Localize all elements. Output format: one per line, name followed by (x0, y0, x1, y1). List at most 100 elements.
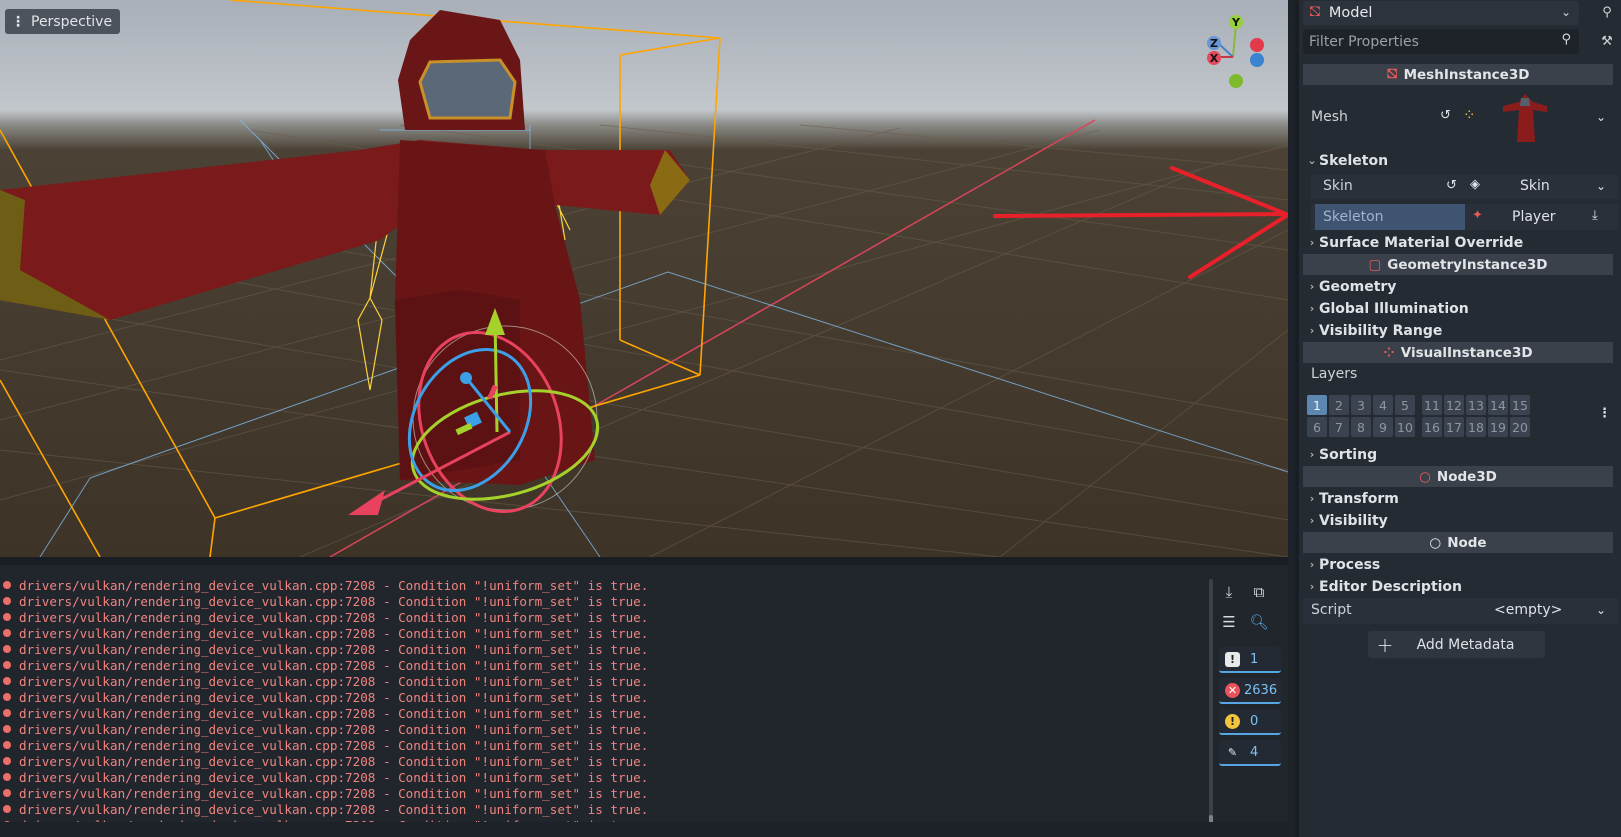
gizmo-y-axis[interactable]: Y (1229, 15, 1243, 29)
revert-skin-button[interactable]: ↺ (1446, 178, 1457, 193)
layer-toggle-15[interactable]: 15 (1510, 395, 1530, 415)
script-value[interactable]: <empty> (1494, 602, 1562, 618)
mesh-preview-thumbnail[interactable] (1503, 92, 1547, 144)
bottom-bar (0, 822, 1288, 837)
section-sorting[interactable]: › Sorting (1305, 444, 1615, 465)
revert-mesh-button[interactable]: ↺ (1440, 108, 1451, 123)
view-orientation-gizmo[interactable]: Y Z X (1203, 12, 1264, 88)
copy-icon: ⧉ (1253, 583, 1265, 601)
layer-toggle-13[interactable]: 13 (1466, 395, 1486, 415)
log-line[interactable]: drivers/vulkan/rendering_device_vulkan.c… (0, 625, 1210, 641)
layer-toggle-5[interactable]: 5 (1395, 395, 1415, 415)
gizmo-x-axis[interactable]: X (1207, 51, 1221, 65)
layer-toggle-16[interactable]: 16 (1422, 417, 1442, 437)
layer-toggle-9[interactable]: 9 (1373, 417, 1393, 437)
collapsed-arrow-icon: › (1309, 448, 1315, 461)
log-text: drivers/vulkan/rendering_device_vulkan.c… (19, 689, 649, 705)
category-visualinstance3d: ⁘ VisualInstance3D (1303, 342, 1613, 363)
script-dropdown-icon[interactable]: ⌄ (1596, 603, 1606, 617)
layer-toggle-7[interactable]: 7 (1329, 417, 1349, 437)
layer-toggle-10[interactable]: 10 (1395, 417, 1415, 437)
layer-toggle-12[interactable]: 12 (1444, 395, 1464, 415)
section-geometry[interactable]: › Geometry (1305, 276, 1615, 297)
log-text: drivers/vulkan/rendering_device_vulkan.c… (19, 705, 649, 721)
skin-value[interactable]: Skin (1520, 178, 1550, 194)
filter-errors-button[interactable]: ✕ 2636 (1219, 678, 1281, 704)
gizmo-neg-y[interactable] (1229, 74, 1243, 88)
property-tools-button[interactable]: ⚒ (1597, 31, 1617, 51)
log-line[interactable]: drivers/vulkan/rendering_device_vulkan.c… (0, 769, 1210, 785)
gizmo-z-axis[interactable]: Z (1207, 36, 1221, 50)
editor-message-icon: ✎ (1227, 745, 1238, 759)
warnings-count: 0 (1250, 713, 1259, 729)
perspective-menu-button[interactable]: ⋮ Perspective (5, 9, 121, 34)
search-output-button[interactable]: 🔍︎ (1246, 609, 1272, 635)
log-line[interactable]: drivers/vulkan/rendering_device_vulkan.c… (0, 801, 1210, 817)
log-line[interactable]: drivers/vulkan/rendering_device_vulkan.c… (0, 593, 1210, 609)
log-line[interactable]: drivers/vulkan/rendering_device_vulkan.c… (0, 657, 1210, 673)
layer-toggle-4[interactable]: 4 (1373, 395, 1393, 415)
section-process[interactable]: › Process (1305, 554, 1615, 575)
add-metadata-button[interactable]: + Add Metadata (1368, 631, 1545, 658)
gizmo-neg-z[interactable] (1250, 53, 1264, 67)
log-line[interactable]: drivers/vulkan/rendering_device_vulkan.c… (0, 721, 1210, 737)
3d-viewport[interactable]: ⋮ Perspective Y Z X (0, 0, 1288, 557)
collapsed-arrow-icon: › (1309, 280, 1315, 293)
section-surface-material-override[interactable]: › Surface Material Override (1305, 232, 1615, 253)
log-text: drivers/vulkan/rendering_device_vulkan.c… (19, 625, 649, 641)
log-text: drivers/vulkan/rendering_device_vulkan.c… (19, 577, 649, 593)
layer-toggle-20[interactable]: 20 (1510, 417, 1530, 437)
copy-output-button[interactable]: ⧉ (1246, 579, 1272, 605)
log-line[interactable]: drivers/vulkan/rendering_device_vulkan.c… (0, 641, 1210, 657)
layer-toggle-19[interactable]: 19 (1488, 417, 1508, 437)
collapsed-arrow-icon: › (1309, 302, 1315, 315)
mesh-dropdown-icon[interactable]: ⌄ (1596, 110, 1606, 124)
section-global-illumination[interactable]: › Global Illumination (1305, 298, 1615, 319)
error-dot-icon (3, 725, 11, 733)
section-visibility-range[interactable]: › Visibility Range (1305, 320, 1615, 341)
skin-dropdown-icon[interactable]: ⌄ (1596, 179, 1606, 193)
error-dot-icon (3, 741, 11, 749)
section-editor-description[interactable]: › Editor Description (1305, 576, 1615, 597)
warning-icon: ! (1225, 713, 1240, 729)
layer-toggle-6[interactable]: 6 (1307, 417, 1327, 437)
log-line[interactable]: drivers/vulkan/rendering_device_vulkan.c… (0, 737, 1210, 753)
section-skeleton[interactable]: ⌄ Skeleton (1305, 150, 1615, 171)
output-log[interactable]: drivers/vulkan/rendering_device_vulkan.c… (0, 577, 1210, 837)
collapse-output-button[interactable]: ☰ (1216, 609, 1242, 635)
layer-toggle-11[interactable]: 11 (1422, 395, 1442, 415)
filter-editor-button[interactable]: ✎ 4 (1219, 740, 1281, 766)
clear-output-button[interactable]: ⤓ (1216, 579, 1242, 605)
layer-toggle-14[interactable]: 14 (1488, 395, 1508, 415)
layer-toggle-17[interactable]: 17 (1444, 417, 1464, 437)
log-line[interactable]: drivers/vulkan/rendering_device_vulkan.c… (0, 673, 1210, 689)
filter-properties-input[interactable]: Filter Properties ⚲ (1303, 29, 1579, 54)
log-line[interactable]: drivers/vulkan/rendering_device_vulkan.c… (0, 609, 1210, 625)
log-scrollbar[interactable] (1209, 579, 1213, 827)
mesh-label: Mesh (1311, 109, 1348, 125)
section-visibility[interactable]: › Visibility (1305, 510, 1615, 531)
layer-toggle-18[interactable]: 18 (1466, 417, 1486, 437)
log-line[interactable]: drivers/vulkan/rendering_device_vulkan.c… (0, 753, 1210, 769)
layer-toggle-3[interactable]: 3 (1351, 395, 1371, 415)
log-line[interactable]: drivers/vulkan/rendering_device_vulkan.c… (0, 577, 1210, 593)
object-help-button[interactable]: ⚲ (1597, 2, 1617, 22)
clear-nodepath-button[interactable]: ⤓ (1592, 208, 1598, 223)
error-dot-icon (3, 661, 11, 669)
gizmo-neg-x[interactable] (1250, 38, 1264, 52)
filter-messages-button[interactable]: ! 1 (1219, 647, 1281, 673)
log-line[interactable]: drivers/vulkan/rendering_device_vulkan.c… (0, 785, 1210, 801)
filter-warnings-button[interactable]: ! 0 (1219, 709, 1281, 735)
layer-toggle-2[interactable]: 2 (1329, 395, 1349, 415)
layers-menu-icon[interactable]: ⋮ (1598, 406, 1611, 421)
skeleton-nodepath-value[interactable]: Player (1512, 209, 1556, 225)
object-selector[interactable]: ⛞ Model ⌄ (1303, 1, 1579, 25)
section-transform[interactable]: › Transform (1305, 488, 1615, 509)
skeleton-label: Skeleton (1323, 209, 1384, 225)
log-line[interactable]: drivers/vulkan/rendering_device_vulkan.c… (0, 689, 1210, 705)
tools-icon: ⚒ (1601, 33, 1613, 49)
script-label: Script (1311, 602, 1352, 618)
log-line[interactable]: drivers/vulkan/rendering_device_vulkan.c… (0, 705, 1210, 721)
layer-toggle-1[interactable]: 1 (1307, 395, 1327, 415)
layer-toggle-8[interactable]: 8 (1351, 417, 1371, 437)
